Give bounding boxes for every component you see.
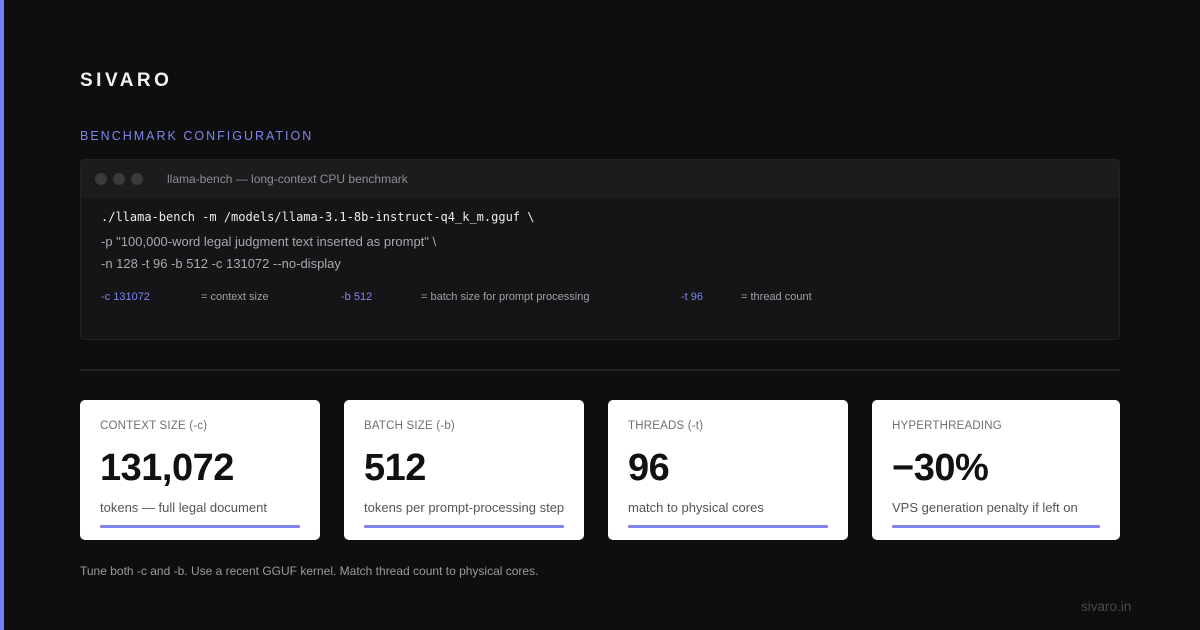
card-label: THREADS (-t) [628, 420, 704, 432]
divider [80, 369, 1120, 371]
param-desc-batch: = batch size for prompt processing [421, 291, 590, 303]
param-flag-context: -c 131072 [101, 291, 150, 303]
window-minimize-dot-icon[interactable] [113, 173, 125, 185]
accent-bar [0, 0, 4, 630]
terminal-window: llama-bench — long-context CPU benchmark… [80, 159, 1120, 340]
card-value: −30% [892, 447, 989, 489]
card-subtitle: VPS generation penalty if left on [892, 500, 1078, 515]
card-underline [364, 525, 564, 528]
param-flag-threads: -t 96 [681, 291, 704, 303]
footnote: Tune both -c and -b. Use a recent GGUF k… [80, 564, 539, 578]
card-subtitle: tokens — full legal document [100, 500, 267, 515]
terminal-title-bar: llama-bench — long-context CPU benchmark [81, 160, 1119, 198]
param-desc-context: = context size [201, 291, 269, 303]
command-line-1: ./llama-bench -m /models/llama-3.1-8b-in… [101, 210, 535, 224]
card-label: BATCH SIZE (-b) [364, 420, 455, 432]
card-value: 512 [364, 447, 426, 489]
card-subtitle: tokens per prompt-processing step [364, 500, 565, 515]
card-value: 131,072 [100, 447, 234, 489]
card-context-size: CONTEXT SIZE (-c) 131,072 tokens — full … [80, 400, 320, 540]
card-threads: THREADS (-t) 96 match to physical cores [608, 400, 848, 540]
card-hyperthreading: HYPERTHREADING −30% VPS generation penal… [872, 400, 1120, 540]
command-line-3: -n 128 -t 96 -b 512 -c 131072 --no-displ… [101, 256, 341, 271]
command-line-2: -p "100,000-word legal judgment text ins… [101, 234, 437, 249]
terminal-title: llama-bench — long-context CPU benchmark [167, 172, 408, 186]
window-close-dot-icon[interactable] [95, 173, 107, 185]
card-underline [892, 525, 1100, 528]
param-flag-batch: -b 512 [341, 291, 373, 303]
card-underline [628, 525, 828, 528]
brand-logo: SIVARO [80, 70, 173, 91]
card-underline [100, 525, 300, 528]
card-label: CONTEXT SIZE (-c) [100, 420, 208, 432]
window-maximize-dot-icon[interactable] [131, 173, 143, 185]
site-url[interactable]: sivaro.in [1081, 599, 1131, 614]
card-label: HYPERTHREADING [892, 420, 1002, 432]
card-value: 96 [628, 447, 670, 489]
param-desc-threads: = thread count [741, 291, 812, 303]
section-title: BENCHMARK CONFIGURATION [80, 129, 314, 143]
card-batch-size: BATCH SIZE (-b) 512 tokens per prompt-pr… [344, 400, 584, 540]
card-subtitle: match to physical cores [628, 500, 764, 515]
